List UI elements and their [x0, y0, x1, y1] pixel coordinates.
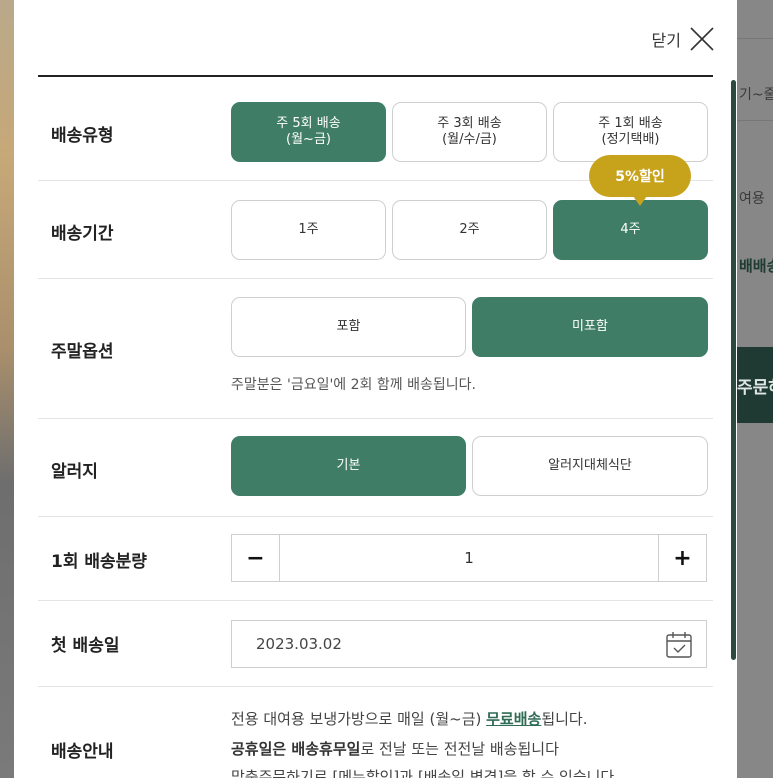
discount-badge: 5%할인	[589, 155, 691, 206]
close-icon[interactable]	[689, 26, 715, 52]
allergy-option-substitute[interactable]: 알러지대체식단	[472, 436, 708, 496]
info-text: 됩니다.	[541, 710, 588, 728]
weekend-note: 주말분은 '금요일'에 2회 함께 배송됩니다.	[231, 377, 476, 393]
option-label: 4주	[620, 222, 641, 237]
first-delivery-date-field[interactable]: 2023.03.02	[231, 620, 707, 668]
holiday-highlight: 공휴일은 배송휴무일	[231, 740, 361, 758]
delivery-info-line-3: 맞춤주문하기로 [메뉴할인]과 [배송일 변경]을 할 수 있습니다.	[231, 768, 619, 778]
close-label: 닫기	[651, 31, 681, 50]
option-label: 1주	[298, 222, 319, 237]
background-order-button: 주문하	[737, 347, 773, 423]
option-line: 주 3회 배송	[437, 116, 502, 131]
delivery-period-option-2w[interactable]: 2주	[392, 200, 547, 260]
option-line: 주 5회 배송	[276, 116, 341, 131]
delivery-type-option-5[interactable]: 주 5회 배송 (월~금)	[231, 102, 386, 162]
background-food-image	[0, 0, 14, 778]
first-delivery-date: 2023.03.02	[256, 635, 342, 653]
quantity-label: 1회 배송분량	[51, 552, 147, 572]
quantity-stepper: − 1 +	[231, 534, 707, 582]
background-divider	[737, 120, 773, 121]
option-label: 기본	[336, 458, 361, 473]
weekend-option-exclude[interactable]: 미포함	[472, 297, 708, 357]
quantity-value[interactable]: 1	[280, 535, 658, 581]
option-line: (월/수/금)	[442, 132, 497, 147]
background-text: 배배송	[739, 257, 773, 275]
modal-scrollbar[interactable]	[731, 80, 736, 660]
free-delivery-highlight: 무료배송	[486, 710, 542, 728]
delivery-type-label: 배송유형	[51, 126, 114, 146]
info-text: 전용 대여용 보냉가방으로 매일 (월~금)	[231, 710, 487, 728]
background-text: 여용	[739, 191, 765, 207]
calendar-icon[interactable]	[664, 630, 694, 660]
option-label: 포함	[336, 319, 361, 334]
allergy-label: 알러지	[51, 462, 98, 482]
weekend-option-label: 주말옵션	[51, 342, 114, 362]
option-line: (정기택배)	[601, 132, 660, 147]
delivery-period-label: 배송기간	[51, 224, 114, 244]
delivery-type-option-1[interactable]: 주 1회 배송 (정기택배)	[553, 102, 708, 162]
delivery-info-line-2: 공휴일은 배송휴무일로 전날 또는 전전날 배송됩니다	[231, 738, 559, 759]
delivery-period-option-1w[interactable]: 1주	[231, 200, 386, 260]
quantity-decrease-button[interactable]: −	[232, 535, 280, 581]
first-delivery-label: 첫 배송일	[51, 636, 120, 656]
allergy-option-default[interactable]: 기본	[231, 436, 466, 496]
delivery-info-row: 배송안내	[38, 687, 713, 778]
option-label: 2주	[459, 222, 480, 237]
background-divider	[737, 38, 773, 39]
background-panel: 기~줄 여용 배배송 주문하	[737, 0, 773, 778]
close-button[interactable]: 닫기	[652, 26, 715, 52]
option-line: 주 1회 배송	[598, 116, 663, 131]
option-line: (월~금)	[286, 132, 331, 147]
background-order-label: 주문하	[737, 378, 773, 398]
weekend-option-include[interactable]: 포함	[231, 297, 466, 357]
option-label: 미포함	[572, 319, 608, 334]
delivery-options-modal: 닫기 배송유형 주 5회 배송 (월~금) 주 3회 배송 (월/수/금) 주 …	[14, 0, 737, 778]
info-text: 로 전날 또는 전전날 배송됩니다	[360, 740, 559, 758]
delivery-period-option-4w[interactable]: 4주	[553, 200, 708, 260]
option-label: 알러지대체식단	[548, 458, 632, 473]
quantity-increase-button[interactable]: +	[658, 535, 706, 581]
delivery-info-line-1: 전용 대여용 보냉가방으로 매일 (월~금) 무료배송됩니다.	[231, 708, 588, 729]
background-text: 기~줄	[739, 87, 773, 103]
delivery-info-label: 배송안내	[51, 742, 114, 762]
delivery-type-option-3[interactable]: 주 3회 배송 (월/수/금)	[392, 102, 547, 162]
